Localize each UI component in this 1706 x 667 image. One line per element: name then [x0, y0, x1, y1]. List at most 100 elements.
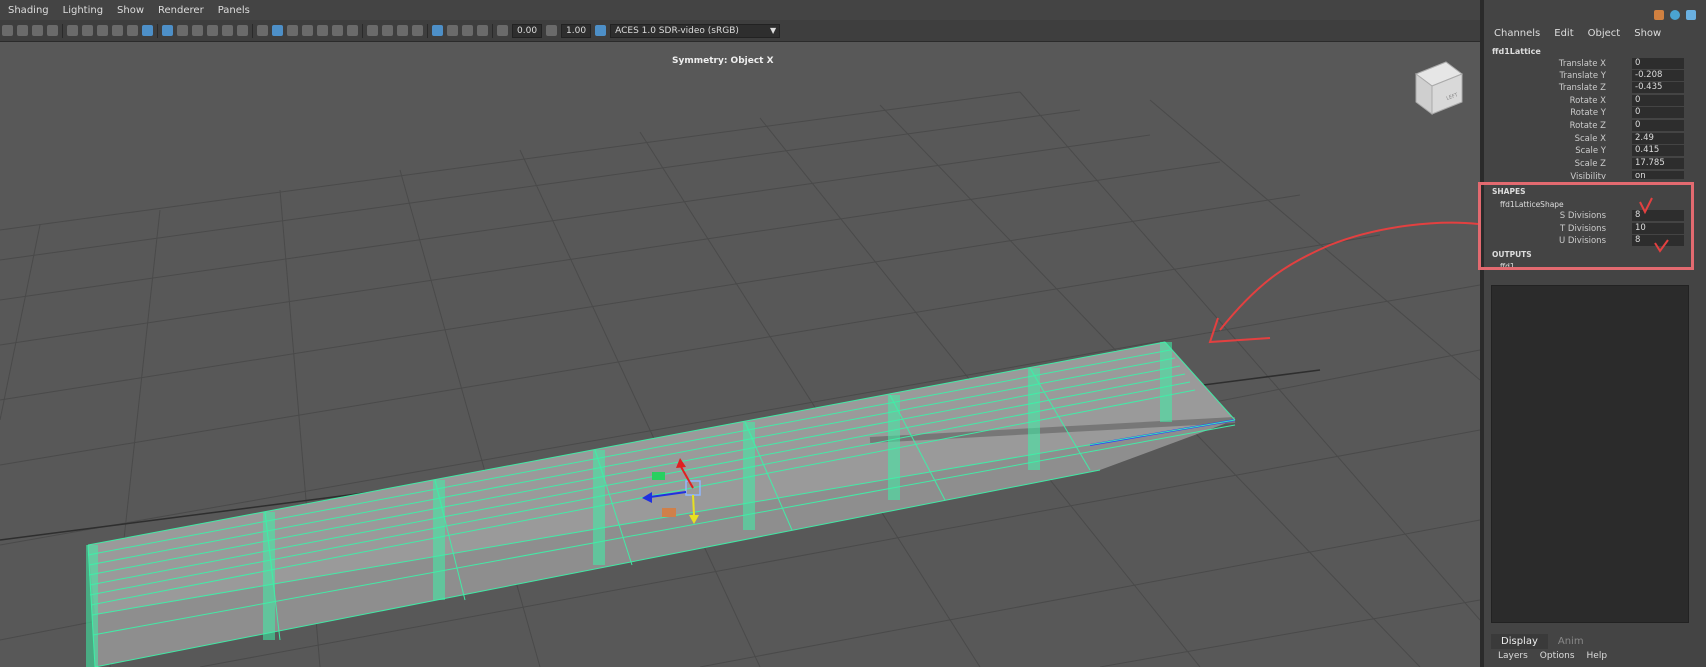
menu-object[interactable]: Object: [1588, 28, 1621, 39]
menu-edit[interactable]: Edit: [1554, 28, 1573, 39]
tab-display[interactable]: Display: [1491, 634, 1548, 649]
checker-icon[interactable]: [317, 25, 328, 36]
tab-anim[interactable]: Anim: [1548, 634, 1594, 649]
view-transform-dropdown[interactable]: ACES 1.0 SDR-video (sRGB) ▼: [610, 23, 781, 38]
attr-rotate-z[interactable]: Rotate Z 0: [1484, 120, 1706, 132]
menu-shading[interactable]: Shading: [8, 5, 49, 16]
motion-blur-icon[interactable]: [382, 25, 393, 36]
exposure-field[interactable]: 0.00: [512, 23, 543, 38]
attr-value[interactable]: on: [1632, 171, 1684, 179]
toolbar-divider: [157, 23, 158, 38]
attr-value[interactable]: 0: [1632, 58, 1684, 69]
wireframe-on-shaded-icon[interactable]: [287, 25, 298, 36]
xray-joints-icon[interactable]: [462, 25, 473, 36]
shadows-icon[interactable]: [347, 25, 358, 36]
attr-translate-y[interactable]: Translate Y -0.208: [1484, 70, 1706, 82]
attr-label: Rotate Y: [1570, 108, 1606, 118]
attr-value[interactable]: 0: [1632, 95, 1684, 106]
resolution-gate-icon[interactable]: [97, 25, 108, 36]
annotation-highlight-box: [1478, 182, 1694, 270]
channel-box-toggle-icon[interactable]: [1686, 10, 1696, 20]
attr-label: Scale Y: [1575, 146, 1606, 156]
attr-rotate-x[interactable]: Rotate X 0: [1484, 95, 1706, 107]
isolate-select-icon[interactable]: [432, 25, 443, 36]
attr-scale-y[interactable]: Scale Y 0.415: [1484, 145, 1706, 157]
text-icon[interactable]: [237, 25, 248, 36]
layer-editor-tabs: Display Anim: [1491, 634, 1594, 649]
depth-of-field-icon[interactable]: [412, 25, 423, 36]
attribute-editor-icon[interactable]: [1670, 10, 1680, 20]
wireframe-icon[interactable]: [257, 25, 268, 36]
attr-label: Visibility: [1570, 172, 1606, 179]
menu-panels[interactable]: Panels: [218, 5, 250, 16]
safe-title-icon[interactable]: [222, 25, 233, 36]
bookmark-icon[interactable]: [32, 25, 43, 36]
attr-translate-z[interactable]: Translate Z -0.435: [1484, 82, 1706, 94]
3d-viewport[interactable]: Shading Lighting Show Renderer Panels 0.…: [0, 0, 1480, 667]
attr-label: Translate X: [1558, 59, 1606, 69]
attr-value[interactable]: -0.435: [1632, 82, 1684, 93]
smooth-shade-icon[interactable]: [272, 25, 283, 36]
view-transform-value: ACES 1.0 SDR-video (sRGB): [615, 25, 739, 36]
layer-list[interactable]: [1491, 285, 1689, 623]
channel-box-toolbar: [1654, 10, 1696, 20]
camera-icon[interactable]: [67, 25, 78, 36]
node-name[interactable]: ffd1Lattice: [1492, 47, 1541, 56]
safe-action-icon[interactable]: [207, 25, 218, 36]
viewport-menubar: Shading Lighting Show Renderer Panels: [0, 0, 1480, 20]
attr-visibility[interactable]: Visibility on: [1484, 171, 1706, 179]
gamma-field[interactable]: 1.00: [561, 23, 592, 38]
toolbar-divider: [492, 23, 493, 38]
select-camera-icon[interactable]: [2, 25, 13, 36]
symmetry-label: Symmetry: Object X: [672, 56, 774, 66]
menu-help[interactable]: Help: [1587, 651, 1608, 661]
menu-show[interactable]: Show: [1634, 28, 1661, 39]
lights-icon[interactable]: [332, 25, 343, 36]
attr-scale-x[interactable]: Scale X 2.49: [1484, 133, 1706, 145]
attr-value[interactable]: -0.208: [1632, 70, 1684, 81]
menu-lighting[interactable]: Lighting: [63, 5, 103, 16]
ambient-occlusion-icon[interactable]: [367, 25, 378, 36]
grid-icon[interactable]: [162, 25, 173, 36]
backface-icon[interactable]: [477, 25, 488, 36]
menu-show[interactable]: Show: [117, 5, 144, 16]
bookmark-flag-icon[interactable]: [112, 25, 123, 36]
color-management-icon[interactable]: [595, 25, 607, 36]
viewcube-icon[interactable]: LEFT: [1412, 60, 1466, 120]
attr-translate-x[interactable]: Translate X 0: [1484, 58, 1706, 70]
attr-label: Translate Z: [1558, 83, 1606, 93]
pivot-icon[interactable]: [127, 25, 138, 36]
attr-value[interactable]: 2.49: [1632, 133, 1684, 144]
attr-label: Rotate X: [1569, 96, 1606, 106]
modeling-toolkit-icon[interactable]: [1654, 10, 1664, 20]
attr-rotate-y[interactable]: Rotate Y 0: [1484, 107, 1706, 119]
menu-renderer[interactable]: Renderer: [158, 5, 204, 16]
attr-label: Scale X: [1574, 134, 1606, 144]
attr-value[interactable]: 17.785: [1632, 158, 1684, 169]
image-plane-icon[interactable]: [47, 25, 58, 36]
attr-value[interactable]: 0: [1632, 120, 1684, 131]
attr-label: Scale Z: [1574, 159, 1606, 169]
attr-scale-z[interactable]: Scale Z 17.785: [1484, 158, 1706, 170]
pencil-icon[interactable]: [142, 25, 153, 36]
gamma-icon[interactable]: [546, 25, 558, 36]
viewport-toolbar: 0.00 1.00 ACES 1.0 SDR-video (sRGB) ▼: [0, 20, 1480, 42]
anti-aliasing-icon[interactable]: [397, 25, 408, 36]
menu-channels[interactable]: Channels: [1494, 28, 1540, 39]
attr-value[interactable]: 0.415: [1632, 145, 1684, 156]
textured-icon[interactable]: [302, 25, 313, 36]
exposure-icon[interactable]: [497, 25, 508, 36]
layer-editor-menu: Layers Options Help: [1498, 651, 1607, 661]
menu-layers[interactable]: Layers: [1498, 651, 1528, 661]
film-gate-icon[interactable]: [82, 25, 93, 36]
film-icon[interactable]: [177, 25, 188, 36]
scene-geometry[interactable]: [0, 42, 1480, 667]
toolbar-divider: [252, 23, 253, 38]
xray-icon[interactable]: [447, 25, 458, 36]
camera-attributes-icon[interactable]: [17, 25, 28, 36]
menu-options[interactable]: Options: [1540, 651, 1575, 661]
toolbar-divider: [62, 23, 63, 38]
attr-value[interactable]: 0: [1632, 107, 1684, 118]
toolbar-divider: [362, 23, 363, 38]
field-chart-icon[interactable]: [192, 25, 203, 36]
